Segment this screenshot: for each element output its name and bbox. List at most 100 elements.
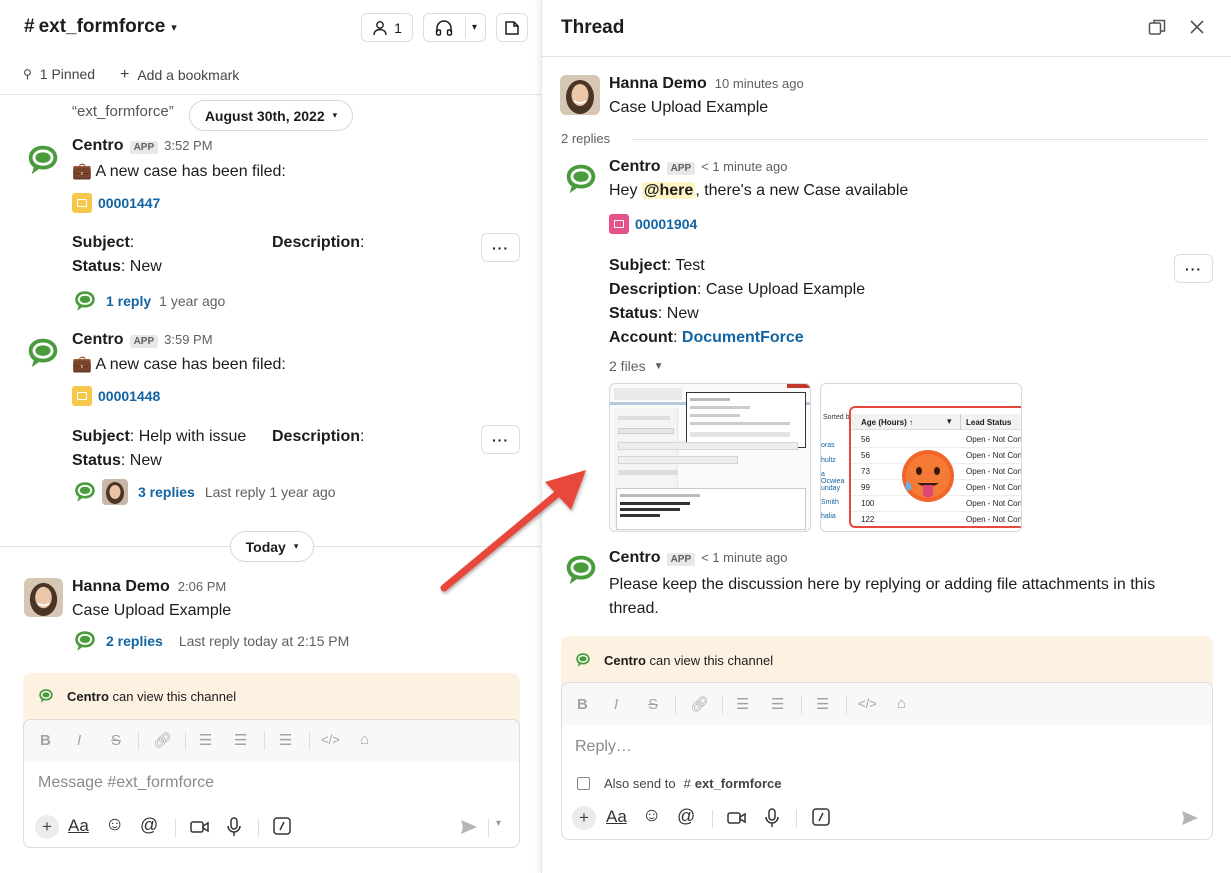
author-name[interactable]: Centro <box>609 158 661 176</box>
format-text-icon[interactable]: Aa <box>68 816 89 836</box>
hanna-avatar[interactable] <box>24 578 63 617</box>
video-icon[interactable] <box>727 810 747 826</box>
strikethrough-icon[interactable]: S <box>648 696 658 713</box>
timestamp[interactable]: < 1 minute ago <box>701 550 787 565</box>
hanna-avatar[interactable] <box>560 75 600 115</box>
send-icon[interactable] <box>460 819 478 835</box>
message-input[interactable]: Message #ext_formforce <box>38 774 214 792</box>
italic-icon[interactable]: I <box>77 732 81 749</box>
timestamp[interactable]: 3:52 PM <box>164 138 212 153</box>
format-text-icon[interactable]: Aa <box>606 807 627 827</box>
table-col-age: Age (Hours) ↑ <box>861 418 913 427</box>
bold-icon[interactable]: B <box>40 732 51 749</box>
case-link[interactable]: 00001447 <box>98 195 160 211</box>
formatting-toolbar: B I S 🔗︎ ☰ ☰ ☰ </> ⌂ <box>562 683 1212 725</box>
status-value: New <box>129 452 162 469</box>
reply-time: Last reply today at 2:15 PM <box>178 633 350 649</box>
bullet-list-icon[interactable]: ☰ <box>234 731 247 749</box>
italic-icon[interactable]: I <box>614 696 618 713</box>
canvas-icon <box>505 20 519 35</box>
open-in-window-icon[interactable] <box>1148 18 1167 37</box>
case-icon <box>72 193 92 213</box>
files-toggle[interactable]: 2 files ▼ <box>609 358 663 374</box>
blockquote-icon[interactable]: ☰ <box>279 731 292 749</box>
video-icon[interactable] <box>190 819 210 835</box>
member-count: 1 <box>394 19 402 36</box>
timestamp[interactable]: < 1 minute ago <box>701 159 787 174</box>
slash-command-icon[interactable] <box>273 817 291 835</box>
person-icon <box>373 20 387 35</box>
timestamp[interactable]: 10 minutes ago <box>715 76 804 91</box>
centro-avatar-small <box>75 291 95 311</box>
more-actions-button[interactable]: ··· <box>1174 254 1213 283</box>
author-name[interactable]: Centro <box>72 137 124 155</box>
code-icon[interactable]: </> <box>321 732 340 747</box>
emoji-icon[interactable]: ☺ <box>642 805 661 827</box>
timestamp[interactable]: 3:59 PM <box>164 332 212 347</box>
date-divider-pill[interactable]: August 30th, 2022 ▾ <box>189 100 353 131</box>
case-link[interactable]: 00001448 <box>98 388 160 404</box>
ordered-list-icon[interactable]: ☰ <box>736 695 749 713</box>
centro-avatar-small <box>75 482 95 502</box>
notice-author: Centro <box>604 652 646 668</box>
add-bookmark-link[interactable]: + Add a bookmark <box>120 66 239 84</box>
status-label: Status <box>72 258 121 275</box>
plus-icon: + <box>120 66 130 83</box>
canvas-button[interactable] <box>496 13 528 42</box>
message-text: 💼 A new case has been filed: <box>72 356 286 373</box>
here-mention[interactable]: @here <box>641 182 696 199</box>
author-name[interactable]: Hanna Demo <box>72 578 170 596</box>
description-value: Case Upload Example <box>705 281 866 298</box>
replies-link[interactable]: 3 replies <box>138 484 195 500</box>
close-icon[interactable] <box>1189 19 1205 35</box>
microphone-icon[interactable] <box>765 808 779 828</box>
today-pill[interactable]: Today ▾ <box>230 531 314 562</box>
members-button[interactable]: 1 <box>361 13 413 42</box>
app-badge: APP <box>666 162 696 175</box>
message-text-pre: Hey <box>609 182 638 199</box>
blockquote-icon[interactable]: ☰ <box>816 695 829 713</box>
app-badge: APP <box>129 335 159 348</box>
code-block-icon[interactable]: ⌂ <box>360 731 369 748</box>
timestamp[interactable]: 2:06 PM <box>178 579 226 594</box>
channel-name-button[interactable]: # ext_formforce ▾ <box>24 16 177 38</box>
author-name[interactable]: Centro <box>72 331 124 349</box>
case-icon <box>72 386 92 406</box>
also-send-checkbox[interactable] <box>577 777 590 790</box>
status-value: New <box>666 305 699 322</box>
code-icon[interactable]: </> <box>858 696 877 711</box>
file-thumbnail-2[interactable]: Sorted by oras hultz a Ocwiea unday Smit… <box>820 383 1022 532</box>
plus-icon[interactable]: + <box>35 815 59 839</box>
microphone-icon[interactable] <box>227 817 241 837</box>
link-icon[interactable]: 🔗︎ <box>153 731 172 749</box>
send-icon[interactable] <box>1181 810 1199 826</box>
file-thumbnail-1[interactable] <box>609 383 811 532</box>
author-name[interactable]: Hanna Demo <box>609 75 707 93</box>
more-actions-button[interactable]: ··· <box>481 233 520 262</box>
bullet-list-icon[interactable]: ☰ <box>771 695 784 713</box>
mention-icon[interactable]: @ <box>140 815 158 836</box>
replies-link[interactable]: 1 reply <box>106 293 151 309</box>
emoji-icon[interactable]: ☺ <box>105 814 124 836</box>
subject-label: Subject <box>72 428 130 445</box>
chevron-down-icon[interactable]: ▾ <box>496 818 501 829</box>
strikethrough-icon[interactable]: S <box>111 732 121 749</box>
message-centro-1: Centro APP 3:52 PM 💼 A new case has been… <box>0 135 541 315</box>
subject-value: Test <box>675 257 705 274</box>
huddle-button[interactable]: ▾ <box>423 13 486 42</box>
mention-icon[interactable]: @ <box>677 806 695 827</box>
link-icon[interactable]: 🔗︎ <box>690 695 709 713</box>
composer-actions: + Aa ☺ @ <box>562 803 1212 837</box>
ordered-list-icon[interactable]: ☰ <box>199 731 212 749</box>
account-link[interactable]: DocumentForce <box>682 329 804 346</box>
plus-icon[interactable]: + <box>572 806 596 830</box>
slash-command-icon[interactable] <box>812 808 830 826</box>
more-actions-button[interactable]: ··· <box>481 425 520 454</box>
case-link[interactable]: 00001904 <box>635 216 697 232</box>
replies-link[interactable]: 2 replies <box>106 633 163 649</box>
pinned-link[interactable]: ⚲ 1 Pinned <box>23 66 95 82</box>
code-block-icon[interactable]: ⌂ <box>897 695 906 712</box>
author-name[interactable]: Centro <box>609 549 661 567</box>
bold-icon[interactable]: B <box>577 696 588 713</box>
reply-input[interactable]: Reply… <box>575 738 632 756</box>
